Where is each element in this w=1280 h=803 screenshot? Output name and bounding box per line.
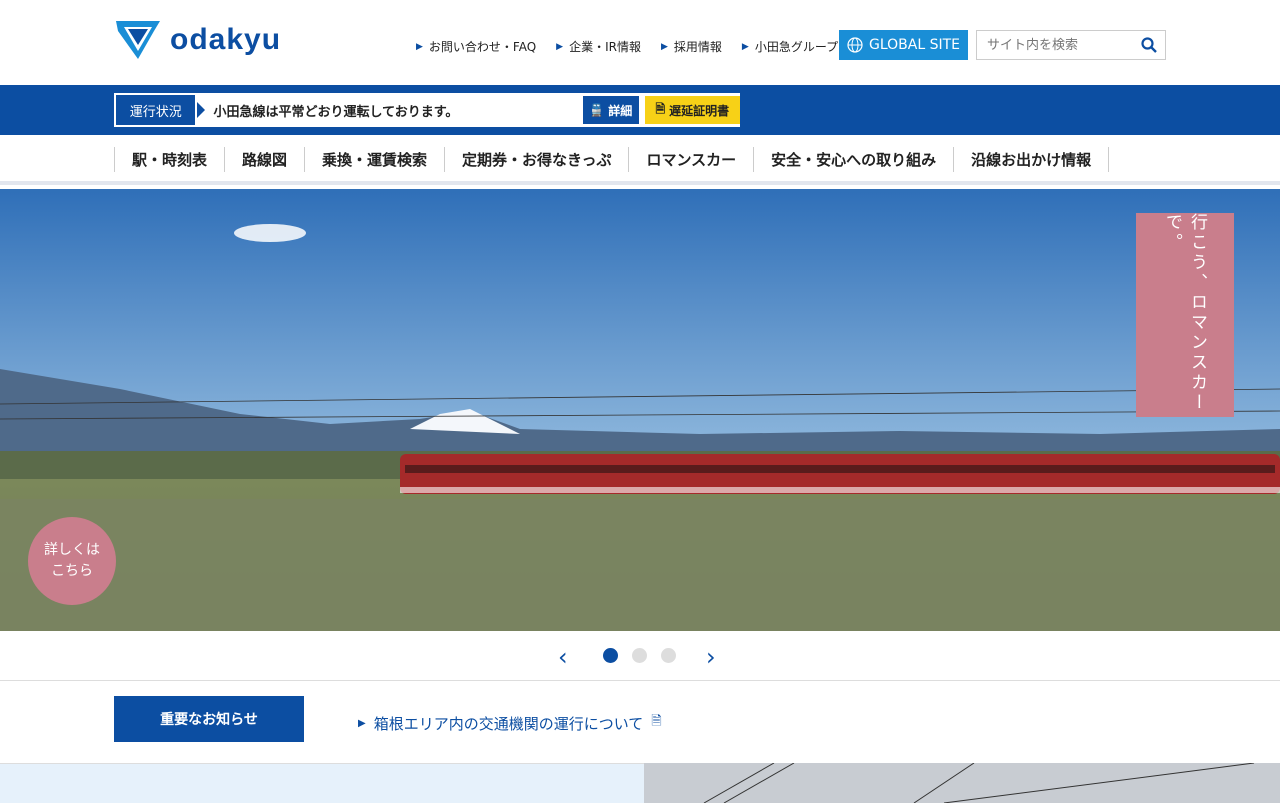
bottom-panel-right bbox=[644, 763, 1280, 803]
chevron-right-icon[interactable]: › bbox=[706, 643, 716, 671]
hero-tagline: 行こう、ロマンスカーで。 bbox=[1136, 213, 1234, 417]
carousel-dot-2[interactable] bbox=[632, 648, 647, 663]
utility-link-faq[interactable]: ▶ お問い合わせ・FAQ bbox=[416, 38, 536, 55]
delay-certificate-label: 遅延証明書 bbox=[669, 103, 730, 118]
global-site-label: GLOBAL SITE bbox=[868, 37, 960, 53]
utility-link-label: 小田急グループ bbox=[754, 40, 839, 54]
utility-links: ▶ お問い合わせ・FAQ ▶ 企業・IR情報 ▶ 採用情報 ▶ 小田急グループ bbox=[416, 38, 838, 55]
site-search bbox=[976, 30, 1166, 60]
hero-carousel[interactable]: 行こう、ロマンスカーで。 詳しくはこちら bbox=[0, 189, 1280, 631]
triangle-right-icon: ▶ bbox=[556, 41, 564, 52]
triangle-right-icon: ▶ bbox=[358, 717, 366, 729]
nav-item-safety[interactable]: 安全・安心への取り組み bbox=[753, 147, 953, 172]
document-icon: 🗎 bbox=[655, 101, 666, 116]
more-line-1: 詳しくは bbox=[44, 542, 100, 558]
utility-link-label: 企業・IR情報 bbox=[569, 40, 641, 54]
search-input[interactable] bbox=[977, 31, 1127, 59]
operation-status-message: 小田急線は平常どおり運転しております。 bbox=[213, 104, 459, 120]
triangle-right-icon: ▶ bbox=[416, 41, 423, 52]
delay-certificate-button[interactable]: 🗎 遅延証明書 bbox=[644, 96, 740, 124]
global-nav: 駅・時刻表 路線図 乗換・運賃検索 定期券・お得なきっぷ ロマンスカー 安全・安… bbox=[0, 135, 1280, 185]
nav-item-commuter-pass[interactable]: 定期券・お得なきっぷ bbox=[444, 147, 628, 172]
more-line-2: こちら bbox=[51, 563, 93, 579]
nav-item-route-map[interactable]: 路線図 bbox=[224, 147, 304, 172]
search-icon[interactable] bbox=[1141, 37, 1157, 57]
logo-text: odakyu bbox=[170, 23, 282, 56]
operation-status-box: 運行状況 小田急線は平常どおり運転しております。 🚆 詳細 🗎 遅延証明書 bbox=[114, 93, 740, 127]
utility-link-ir[interactable]: ▶ 企業・IR情報 bbox=[556, 38, 641, 55]
nav-item-romancecar[interactable]: ロマンスカー bbox=[628, 147, 753, 172]
operation-detail-button[interactable]: 🚆 詳細 bbox=[583, 96, 639, 124]
nav-item-transfer-fare[interactable]: 乗換・運賃検索 bbox=[304, 147, 444, 172]
global-site-button[interactable]: GLOBAL SITE bbox=[839, 30, 968, 60]
carousel-controls: ‹ › bbox=[0, 631, 1280, 681]
bottom-photo bbox=[703, 763, 1255, 803]
utility-link-label: 採用情報 bbox=[673, 40, 722, 54]
operation-status-bar: 運行状況 小田急線は平常どおり運転しております。 🚆 詳細 🗎 遅延証明書 bbox=[0, 85, 1280, 135]
nav-item-station-timetable[interactable]: 駅・時刻表 bbox=[114, 147, 224, 172]
logo-mark-icon bbox=[116, 21, 160, 59]
triangle-right-icon: ▶ bbox=[660, 41, 668, 52]
operation-status-tag: 運行状況 bbox=[114, 93, 206, 127]
utility-link-label: お問い合わせ・FAQ bbox=[428, 40, 537, 54]
globe-icon bbox=[847, 37, 863, 53]
notice-link[interactable]: ▶ 箱根エリア内の交通機関の運行について 🗎 bbox=[358, 712, 662, 734]
carousel-dot-1[interactable] bbox=[603, 648, 618, 663]
odakyu-logo[interactable]: odakyu bbox=[114, 16, 314, 64]
nav-item-outings[interactable]: 沿線お出かけ情報 bbox=[953, 147, 1110, 172]
utility-link-recruit[interactable]: ▶ 採用情報 bbox=[661, 38, 722, 55]
site-header: odakyu ▶ お問い合わせ・FAQ ▶ 企業・IR情報 ▶ 採用情報 ▶ 小田急グル… bbox=[0, 0, 1280, 85]
chevron-left-icon[interactable]: ‹ bbox=[558, 643, 568, 671]
triangle-right-icon: ▶ bbox=[741, 41, 749, 52]
important-notice-button[interactable]: 重要なお知らせ bbox=[114, 696, 304, 742]
notice-link-label: 箱根エリア内の交通機関の運行について bbox=[373, 714, 644, 733]
carousel-dot-3[interactable] bbox=[661, 648, 676, 663]
train-icon: 🚆 bbox=[589, 103, 605, 117]
pdf-icon: 🗎 bbox=[651, 714, 662, 729]
carousel-dots bbox=[603, 648, 676, 663]
operation-detail-label: 詳細 bbox=[608, 103, 633, 118]
bottom-panel-left bbox=[0, 763, 644, 803]
hero-more-button[interactable]: 詳しくは こちら bbox=[28, 517, 116, 605]
hero-image bbox=[0, 189, 1280, 631]
utility-link-group[interactable]: ▶ 小田急グループ bbox=[742, 38, 838, 55]
